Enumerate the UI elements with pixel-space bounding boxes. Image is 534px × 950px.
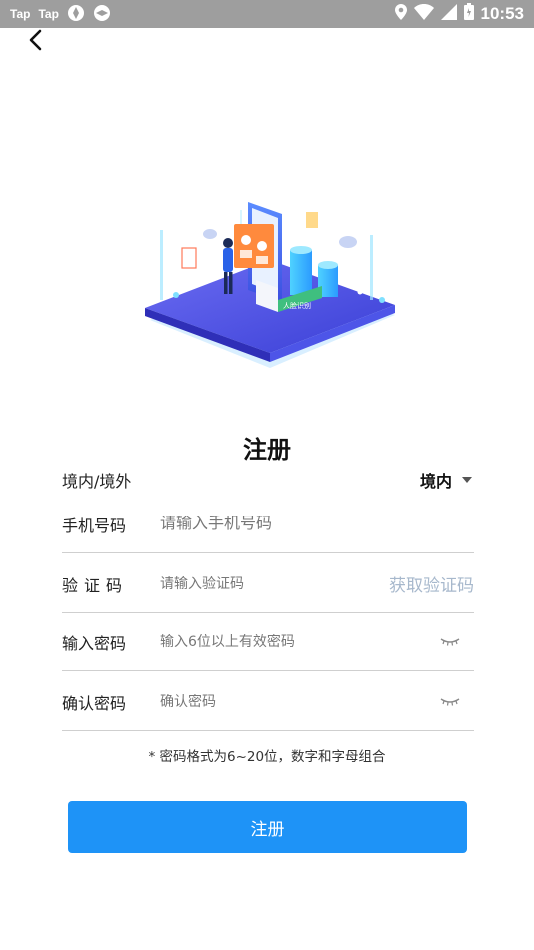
status-bar: Tap Tap 10:53: [0, 0, 534, 28]
region-selected-value: 境内: [419, 472, 452, 491]
taptap-icon: Tap: [10, 7, 31, 21]
register-button[interactable]: 注册: [68, 801, 467, 853]
wifi-icon: [413, 3, 434, 25]
caret-down-icon: [462, 477, 472, 483]
password-input[interactable]: [160, 633, 438, 650]
status-bar-right: 10:53: [394, 3, 524, 25]
location-icon: [394, 3, 407, 25]
phone-label: 手机号码: [62, 515, 127, 535]
get-code-button[interactable]: 获取验证码: [389, 571, 474, 596]
registration-illustration: 人脸识别: [130, 190, 410, 380]
confirm-password-input[interactable]: [160, 693, 438, 710]
phone-field-row: 手机号码: [62, 495, 474, 553]
eye-closed-icon[interactable]: [438, 634, 462, 650]
region-row: 境内/境外 境内: [62, 466, 472, 494]
phone-input[interactable]: [160, 515, 474, 532]
eye-closed-icon[interactable]: [438, 694, 462, 710]
battery-icon: [463, 3, 474, 25]
aperture-icon: [67, 4, 85, 25]
back-button[interactable]: [20, 26, 50, 54]
code-label: 验证码: [62, 575, 129, 595]
chevron-left-icon: [29, 29, 42, 51]
badge-text: 人脸识别: [283, 301, 311, 310]
code-field-row: 验证码 获取验证码: [62, 555, 474, 613]
confirm-password-label: 确认密码: [62, 693, 127, 713]
region-label: 境内/境外: [62, 472, 132, 491]
clock: 10:53: [480, 4, 524, 23]
code-input[interactable]: [160, 575, 389, 592]
password-format-hint: * 密码格式为6~20位，数字和字母组合: [148, 749, 386, 765]
status-bar-left: Tap Tap: [10, 4, 111, 25]
password-field-row: 输入密码: [62, 613, 474, 671]
signal-icon: [440, 3, 457, 25]
region-select[interactable]: 境内: [420, 468, 472, 492]
face-recognition-illustration: 人脸识别: [145, 202, 395, 368]
page-title: 注册: [243, 436, 291, 464]
taptap-icon: Tap: [38, 7, 59, 21]
aperture-icon: [93, 4, 111, 25]
confirm-password-field-row: 确认密码: [62, 673, 474, 731]
password-label: 输入密码: [62, 633, 127, 653]
